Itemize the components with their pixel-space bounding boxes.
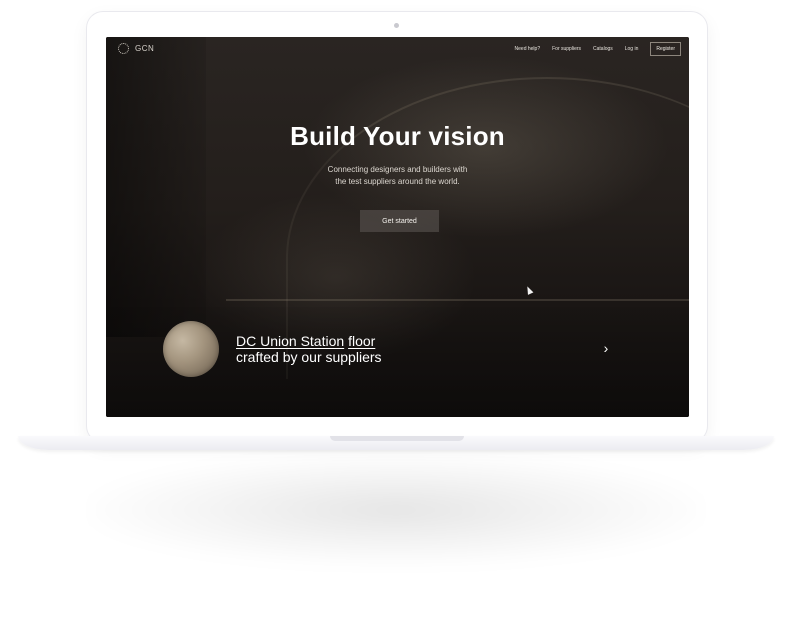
featured-project-caption: DC Union Station floor crafted by our su… bbox=[236, 333, 382, 365]
get-started-button[interactable]: Get started bbox=[360, 210, 439, 232]
logo-text: GCN bbox=[135, 44, 155, 53]
material-swatch-image[interactable] bbox=[163, 321, 219, 377]
nav-menu: Need help? For suppliers Catalogs Log in… bbox=[515, 42, 681, 56]
chevron-right-icon[interactable]: › bbox=[600, 339, 612, 357]
hero-title: Build Your vision bbox=[290, 121, 505, 151]
site-logo[interactable]: GCN bbox=[118, 43, 154, 54]
material-link[interactable]: floor bbox=[348, 333, 375, 349]
dotted-ring-icon bbox=[118, 43, 129, 54]
nav-catalogs[interactable]: Catalogs bbox=[593, 46, 613, 52]
laptop-notch bbox=[330, 436, 464, 441]
register-button[interactable]: Register bbox=[650, 42, 681, 56]
laptop-screen: GCN Need help? For suppliers Catalogs Lo… bbox=[106, 37, 689, 417]
project-link[interactable]: DC Union Station bbox=[236, 333, 344, 349]
hero-subtitle-line-2: the test suppliers around the world. bbox=[335, 177, 460, 186]
top-navigation: GCN Need help? For suppliers Catalogs Lo… bbox=[106, 37, 689, 61]
nav-log-in[interactable]: Log in bbox=[625, 46, 639, 52]
featured-project-subline: crafted by our suppliers bbox=[236, 349, 382, 365]
hero-subtitle-line-1: Connecting designers and builders with bbox=[327, 165, 468, 174]
device-mockup: GCN Need help? For suppliers Catalogs Lo… bbox=[0, 0, 792, 617]
device-shadow bbox=[90, 455, 702, 565]
nav-need-help[interactable]: Need help? bbox=[515, 46, 541, 52]
camera-dot bbox=[394, 23, 399, 28]
background-railing bbox=[226, 299, 689, 301]
hero-subtitle: Connecting designers and builders with t… bbox=[106, 164, 689, 188]
featured-project: DC Union Station floor crafted by our su… bbox=[163, 321, 382, 377]
nav-for-suppliers[interactable]: For suppliers bbox=[552, 46, 581, 52]
